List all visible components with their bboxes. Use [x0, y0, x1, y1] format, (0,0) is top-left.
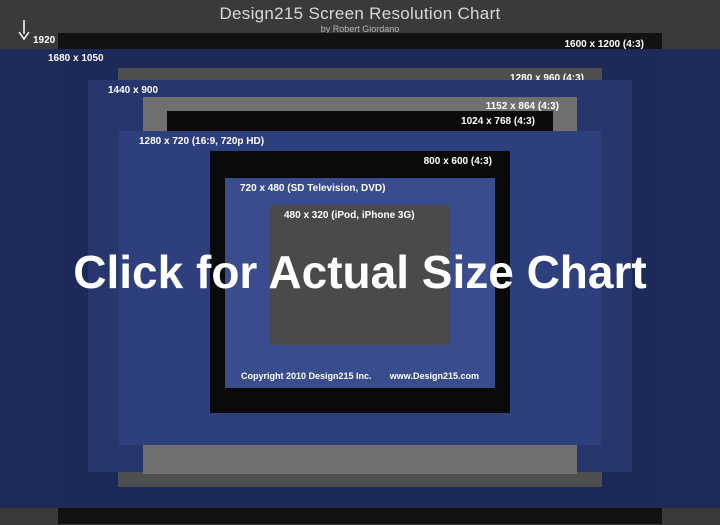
res-label-1280x720: 1280 x 720 (16:9, 720p HD) [139, 136, 264, 147]
footer-url: www.Design215.com [390, 371, 479, 381]
res-label-1440x900: 1440 x 900 [108, 85, 158, 96]
chart-title: Design215 Screen Resolution Chart [0, 4, 720, 24]
res-label-800x600: 800 x 600 (4:3) [424, 156, 492, 167]
res-label-1024x768: 1024 x 768 (4:3) [461, 116, 535, 127]
footer-row: Copyright 2010 Design215 Inc. www.Design… [225, 371, 495, 381]
footer-copyright: Copyright 2010 Design215 Inc. [241, 371, 372, 381]
res-label-720x480: 720 x 480 (SD Television, DVD) [240, 183, 385, 194]
res-rect-480x320: 480 x 320 (iPod, iPhone 3G) [270, 205, 450, 345]
res-label-1680x1050: 1680 x 1050 [48, 53, 104, 64]
res-label-480x320: 480 x 320 (iPod, iPhone 3G) [284, 210, 415, 221]
pointer-arrow-icon [18, 20, 30, 40]
